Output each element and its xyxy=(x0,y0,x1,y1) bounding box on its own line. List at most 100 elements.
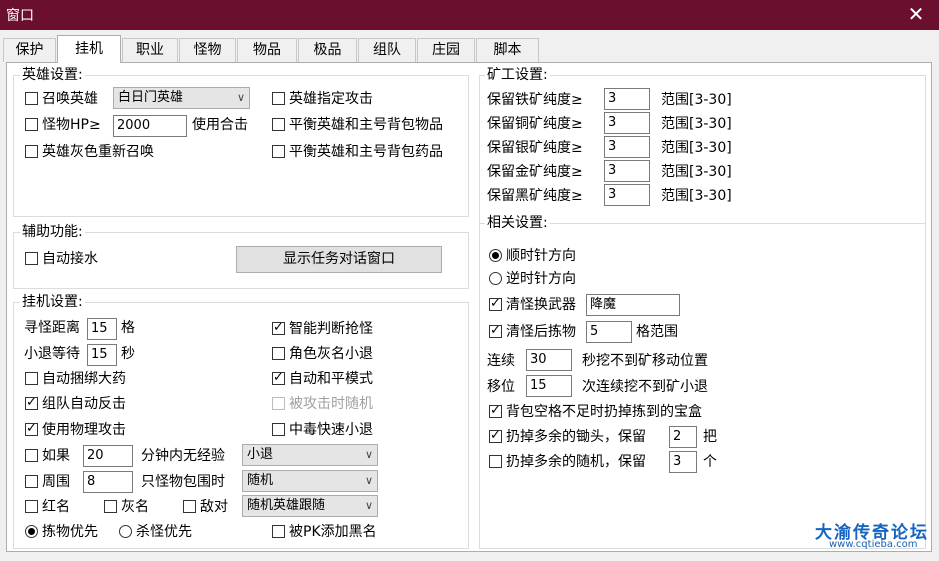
move-count-input[interactable]: 15 xyxy=(526,375,572,397)
tab-items[interactable]: 物品 xyxy=(237,38,297,62)
balance-potions-label: 平衡英雄和主号背包药品 xyxy=(289,144,443,160)
tab-idle[interactable]: 挂机 xyxy=(57,35,121,63)
auto-water-label: 自动接水 xyxy=(42,251,98,267)
drop-pickaxe-input[interactable]: 2 xyxy=(669,426,697,448)
gray-name-retreat-checkbox[interactable] xyxy=(272,347,285,360)
tab-script[interactable]: 脚本 xyxy=(476,38,539,62)
auto-peace-label: 自动和平模式 xyxy=(289,371,373,387)
balance-potions-checkbox[interactable] xyxy=(272,145,285,158)
kill-first-label: 杀怪优先 xyxy=(136,524,192,540)
watermark: 大渝传奇论坛 www.cqtieba.com xyxy=(805,518,935,554)
tab-monster[interactable]: 怪物 xyxy=(179,38,236,62)
team-counter-label: 组队自动反击 xyxy=(42,396,126,412)
gray-name-retreat-label: 角色灰名小退 xyxy=(289,346,373,362)
if-checkbox[interactable] xyxy=(25,449,38,462)
search-distance-input[interactable]: 15 xyxy=(87,318,117,340)
poison-retreat-label: 中毒快速小退 xyxy=(289,422,373,438)
pk-blacklist-label: 被PK添加黑名 xyxy=(289,524,377,540)
drop-pickaxe-checkbox[interactable] xyxy=(489,428,502,443)
move-suffix: 次连续挖不到矿小退 xyxy=(582,379,708,395)
summon-hero-checkbox[interactable] xyxy=(25,92,38,105)
close-icon[interactable]: ✕ xyxy=(905,2,927,26)
swap-weapon-checkbox[interactable] xyxy=(489,296,502,311)
designated-attack-label: 英雄指定攻击 xyxy=(289,91,373,107)
related-title: 相关设置: xyxy=(485,215,550,231)
poison-retreat-checkbox[interactable] xyxy=(272,423,285,436)
mining-row-input[interactable]: 3 xyxy=(604,136,650,158)
balance-items-label: 平衡英雄和主号背包物品 xyxy=(289,117,443,133)
enemy-action-select[interactable]: 随机英雄跟随 ∨ xyxy=(242,495,378,517)
pk-blacklist-checkbox[interactable] xyxy=(272,525,285,538)
drop-random-checkbox[interactable] xyxy=(489,455,502,468)
red-name-checkbox[interactable] xyxy=(25,500,38,513)
enemy-label: 敌对 xyxy=(200,499,228,515)
mining-row-input[interactable]: 3 xyxy=(604,112,650,134)
clockwise-label: 顺时针方向 xyxy=(506,248,576,264)
retreat-wait-unit: 秒 xyxy=(121,346,135,362)
if-suffix-label: 分钟内无经验 xyxy=(141,448,225,464)
designated-attack-checkbox[interactable] xyxy=(272,92,285,105)
title-bar: 窗口 ✕ xyxy=(0,0,939,30)
move-label: 移位 xyxy=(487,379,515,395)
surround-checkbox[interactable] xyxy=(25,475,38,488)
chevron-down-icon: ∨ xyxy=(364,474,373,487)
mining-row-input[interactable]: 3 xyxy=(604,88,650,110)
chevron-down-icon: ∨ xyxy=(364,499,373,512)
random-when-attacked-checkbox[interactable] xyxy=(272,397,285,410)
team-counter-checkbox[interactable] xyxy=(25,395,38,410)
retreat-wait-input[interactable]: 15 xyxy=(87,344,117,366)
physical-attack-checkbox[interactable] xyxy=(25,421,38,436)
continuous-seconds-input[interactable]: 30 xyxy=(526,349,572,371)
show-task-dialog-button[interactable]: 显示任务对话窗口 xyxy=(236,246,442,273)
kill-first-radio[interactable] xyxy=(119,525,132,538)
summon-hero-label: 召唤英雄 xyxy=(42,91,98,107)
gray-name-checkbox[interactable] xyxy=(104,500,117,513)
drop-random-input[interactable]: 3 xyxy=(669,451,697,473)
pickup-after-clear-checkbox[interactable] xyxy=(489,323,502,338)
tab-rare[interactable]: 极品 xyxy=(298,38,357,62)
mining-row-input[interactable]: 3 xyxy=(604,184,650,206)
smart-grab-label: 智能判断抢怪 xyxy=(289,321,373,337)
hero-type-select[interactable]: 白日门英雄 ∨ xyxy=(113,87,250,109)
bag-full-drop-label: 背包空格不足时扔掉拣到的宝盒 xyxy=(506,404,702,420)
search-distance-unit: 格 xyxy=(121,320,135,336)
bag-full-drop-checkbox[interactable] xyxy=(489,403,502,418)
red-name-label: 红名 xyxy=(42,499,70,515)
random-when-attacked-label: 被攻击时随机 xyxy=(289,396,373,412)
tab-team[interactable]: 组队 xyxy=(358,38,416,62)
if-minutes-input[interactable]: 20 xyxy=(83,445,133,467)
continuous-label: 连续 xyxy=(487,353,515,369)
pick-first-radio[interactable] xyxy=(25,525,38,538)
smart-grab-checkbox[interactable] xyxy=(272,320,285,335)
enemy-action-value: 随机英雄跟随 xyxy=(247,498,326,513)
pickup-range-input[interactable]: 5 xyxy=(586,321,632,343)
hero-settings-title: 英雄设置: xyxy=(20,67,85,83)
mining-row-range: 范围[3-30] xyxy=(661,116,732,132)
drop-pickaxe-unit: 把 xyxy=(703,429,717,445)
auto-water-checkbox[interactable] xyxy=(25,252,38,265)
balance-items-checkbox[interactable] xyxy=(272,118,285,131)
monster-hp-label: 怪物HP≥ xyxy=(42,117,101,133)
window-title: 窗口 xyxy=(6,8,34,24)
tab-protect[interactable]: 保护 xyxy=(3,38,56,62)
surround-count-input[interactable]: 8 xyxy=(83,471,133,493)
clockwise-radio[interactable] xyxy=(489,249,502,262)
surround-action-select[interactable]: 随机 ∨ xyxy=(242,470,378,492)
monster-hp-checkbox[interactable] xyxy=(25,118,38,131)
physical-attack-label: 使用物理攻击 xyxy=(42,422,126,438)
tab-class[interactable]: 职业 xyxy=(122,38,178,62)
mining-row-input[interactable]: 3 xyxy=(604,160,650,182)
enemy-checkbox[interactable] xyxy=(183,500,196,513)
mining-row-label: 保留金矿纯度≥ xyxy=(487,164,583,180)
tab-manor[interactable]: 庄园 xyxy=(417,38,475,62)
if-action-select[interactable]: 小退 ∨ xyxy=(242,444,378,466)
swap-weapon-input[interactable]: 降魔 xyxy=(586,294,680,316)
auto-bind-checkbox[interactable] xyxy=(25,372,38,385)
continuous-suffix: 秒挖不到矿移动位置 xyxy=(582,353,708,369)
counterclockwise-radio[interactable] xyxy=(489,272,502,285)
gray-resummon-checkbox[interactable] xyxy=(25,145,38,158)
pickup-after-clear-label: 清怪后拣物 xyxy=(506,324,576,340)
drop-random-unit: 个 xyxy=(703,454,717,470)
monster-hp-input[interactable]: 2000 xyxy=(113,115,187,137)
auto-peace-checkbox[interactable] xyxy=(272,370,285,385)
